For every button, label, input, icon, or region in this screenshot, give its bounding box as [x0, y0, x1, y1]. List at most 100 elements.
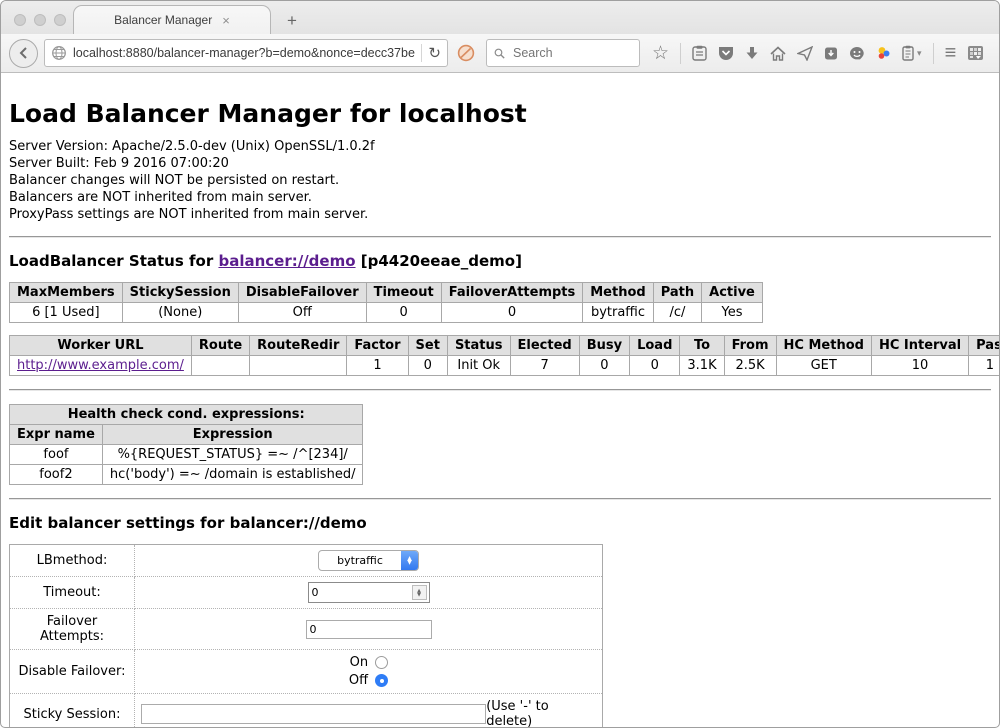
failover-attempts-label: Failover Attempts: — [10, 609, 135, 650]
section-divider — [9, 236, 991, 238]
col-to: To — [680, 336, 724, 356]
chevron-down-icon[interactable]: ▾ — [917, 48, 922, 59]
downloads-icon[interactable] — [745, 46, 759, 61]
col-set: Set — [408, 336, 447, 356]
timeout-label: Timeout: — [10, 577, 135, 609]
expr-row: foof %{REQUEST_STATUS} =~ /^[234]/ — [10, 445, 363, 465]
col-busy: Busy — [579, 336, 629, 356]
search-input[interactable] — [511, 45, 632, 61]
balancer-demo-link[interactable]: balancer://demo — [218, 252, 355, 270]
toolbar-icons: ☆ ▾ ≡ — [652, 43, 984, 64]
lbmethod-selected-value: bytraffic — [319, 551, 401, 570]
balancer-status-table: MaxMembers StickySession DisableFailover… — [9, 282, 763, 323]
colorful-dots-extension-icon[interactable] — [876, 46, 891, 61]
page-title: Load Balancer Manager for localhost — [9, 99, 991, 128]
radio-on-label: On — [349, 655, 368, 670]
health-check-table: Health check cond. expressions: Expr nam… — [9, 404, 363, 485]
timeout-input[interactable] — [309, 586, 412, 599]
table-header-row: Expr name Expression — [10, 425, 363, 445]
section-divider — [9, 498, 991, 500]
col-hc-interval: HC Interval — [871, 336, 968, 356]
col-hc-method: HC Method — [776, 336, 871, 356]
col-stickysession: StickySession — [122, 283, 238, 303]
edit-balancer-heading: Edit balancer settings for balancer://de… — [9, 514, 991, 532]
server-info: Server Version: Apache/2.5.0-dev (Unix) … — [9, 138, 991, 223]
content-blocked-icon[interactable] — [457, 44, 475, 62]
pocket-icon[interactable] — [718, 46, 734, 61]
select-stepper-icon: ▲▼ — [401, 551, 418, 570]
col-routeredir: RouteRedir — [250, 336, 347, 356]
worker-url-link[interactable]: http://www.example.com/ — [17, 358, 184, 373]
lbmethod-label: LBmethod: — [10, 545, 135, 577]
section-divider — [9, 389, 991, 391]
form-row-lbmethod: LBmethod: bytraffic ▲▼ — [10, 545, 603, 577]
status-heading-prefix: LoadBalancer Status for — [9, 252, 218, 270]
balancer-settings-form: LBmethod: bytraffic ▲▼ Timeout: ▲▼ Failo… — [9, 544, 603, 728]
disable-failover-off-radio[interactable] — [375, 674, 388, 687]
minimize-window-button[interactable] — [34, 14, 46, 26]
grid-extension-icon[interactable] — [967, 45, 984, 61]
col-factor: Factor — [347, 336, 408, 356]
bookmark-star-icon[interactable]: ☆ — [652, 44, 669, 63]
table-header-row: MaxMembers StickySession DisableFailover… — [10, 283, 763, 303]
home-icon[interactable] — [770, 46, 786, 61]
zoom-window-button[interactable] — [54, 14, 66, 26]
toolbar-divider — [680, 43, 681, 64]
clipboard-extension-icon[interactable]: ▾ — [902, 45, 922, 61]
reading-list-icon[interactable] — [692, 45, 707, 61]
worker-row: http://www.example.com/ 1 0 Init Ok 7 0 … — [10, 356, 1000, 376]
close-window-button[interactable] — [14, 14, 26, 26]
window-controls — [14, 14, 66, 26]
col-elected: Elected — [510, 336, 579, 356]
col-disablefailover: DisableFailover — [238, 283, 366, 303]
back-button[interactable] — [9, 39, 38, 68]
col-path: Path — [653, 283, 701, 303]
disable-failover-on-radio[interactable] — [375, 656, 388, 669]
col-maxmembers: MaxMembers — [10, 283, 123, 303]
server-version: Server Version: Apache/2.5.0-dev (Unix) … — [9, 138, 991, 155]
tab-bar: Balancer Manager × + — [1, 1, 999, 34]
sticky-session-label: Sticky Session: — [10, 694, 135, 728]
form-row-sticky-session: Sticky Session: (Use '-' to delete) — [10, 694, 603, 728]
save-to-device-icon[interactable] — [824, 46, 838, 61]
server-built: Server Built: Feb 9 2016 07:00:20 — [9, 155, 991, 172]
col-passes: Passes — [969, 336, 1000, 356]
health-table-title: Health check cond. expressions: — [10, 405, 363, 425]
url-bar[interactable]: localhost:8880/balancer-manager?b=demo&n… — [44, 39, 448, 67]
search-icon — [494, 47, 505, 60]
col-worker-url: Worker URL — [10, 336, 192, 356]
new-tab-button[interactable]: + — [287, 12, 297, 29]
navigation-toolbar: localhost:8880/balancer-manager?b=demo&n… — [1, 34, 999, 73]
number-spinner-icon[interactable]: ▲▼ — [412, 585, 427, 600]
persist-note: Balancer changes will NOT be persisted o… — [9, 172, 991, 189]
search-box[interactable] — [486, 39, 640, 67]
form-row-disable-failover: Disable Failover: On Off — [10, 650, 603, 694]
col-from: From — [724, 336, 776, 356]
table-row: 6 [1 Used] (None) Off 0 0 bytraffic /c/ … — [10, 303, 763, 323]
lbmethod-select[interactable]: bytraffic ▲▼ — [318, 550, 419, 571]
tab-balancer-manager[interactable]: Balancer Manager × — [73, 5, 271, 34]
table-title-row: Health check cond. expressions: — [10, 405, 363, 425]
reload-icon[interactable]: ↻ — [428, 44, 441, 62]
send-icon[interactable] — [797, 46, 813, 61]
feedback-smiley-icon[interactable] — [849, 46, 865, 61]
toolbar-divider — [933, 43, 934, 64]
disable-failover-label: Disable Failover: — [10, 650, 135, 694]
expr-row: foof2 hc('body') =~ /domain is establish… — [10, 465, 363, 485]
sticky-session-hint: (Use '-' to delete) — [486, 699, 596, 728]
col-status: Status — [447, 336, 510, 356]
url-text[interactable]: localhost:8880/balancer-manager?b=demo&n… — [73, 46, 415, 60]
close-tab-icon[interactable]: × — [222, 14, 230, 27]
browser-window: Balancer Manager × + localhost:8880/bala… — [0, 0, 1000, 728]
form-row-timeout: Timeout: ▲▼ — [10, 577, 603, 609]
menu-hamburger-icon[interactable]: ≡ — [945, 43, 957, 63]
page-content: Load Balancer Manager for localhost Serv… — [1, 73, 999, 728]
table-header-row: Worker URL Route RouteRedir Factor Set S… — [10, 336, 1000, 356]
failover-attempts-input[interactable] — [306, 620, 432, 639]
proxypass-note: ProxyPass settings are NOT inherited fro… — [9, 206, 991, 223]
radio-off-label: Off — [349, 673, 368, 688]
sticky-session-input[interactable] — [141, 704, 486, 724]
timeout-input-wrap: ▲▼ — [308, 582, 430, 603]
col-timeout: Timeout — [366, 283, 441, 303]
form-row-failover-attempts: Failover Attempts: — [10, 609, 603, 650]
